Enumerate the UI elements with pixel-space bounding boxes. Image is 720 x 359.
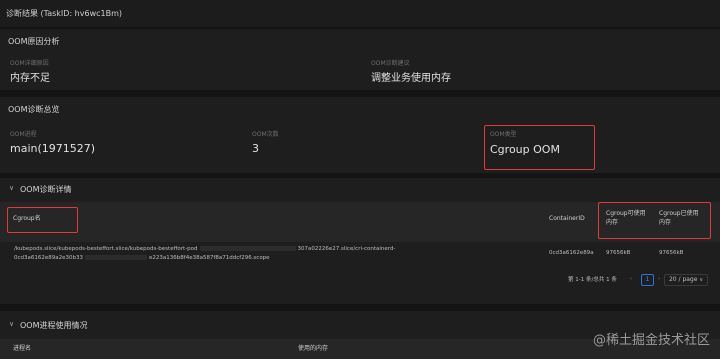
- oom-process-label: OOM进程: [10, 131, 37, 138]
- oom-detail-section-title[interactable]: OOM诊断详情: [20, 184, 72, 195]
- cell-container-id: 0cd3a6162e89a: [549, 250, 594, 256]
- cell-used: 97656kB: [659, 250, 684, 256]
- oom-count-value: 3: [252, 142, 259, 155]
- oom-process-section-title[interactable]: OOM进程使用情况: [20, 320, 88, 331]
- chevron-down-icon[interactable]: ∨: [9, 184, 14, 192]
- pagination-next-icon[interactable]: ›: [658, 275, 660, 284]
- oom-cause-section-title: OOM原因分析: [8, 37, 60, 46]
- col-cgroup-available: Cgroup可使用 内存: [606, 210, 646, 226]
- pagination-summary: 第 1-1 条/总共 1 条: [568, 277, 617, 283]
- page-title: 诊断结果 (TaskID: hv6wc1Bm): [6, 9, 123, 18]
- cell-available: 97656kB: [606, 250, 631, 256]
- col-memory-used: 使用的内存: [298, 345, 329, 352]
- pagination-page-1[interactable]: 1: [641, 274, 654, 286]
- pagination-prev-icon[interactable]: ‹: [630, 275, 632, 284]
- oom-type-label: OOM类型: [490, 131, 517, 138]
- col-cgroup-name: Cgroup名: [13, 215, 41, 222]
- chevron-down-icon[interactable]: ∨: [9, 320, 14, 328]
- oom-advice-label: OOM诊断建议: [371, 60, 410, 67]
- oom-cause-label: OOM详细原因: [10, 60, 49, 67]
- watermark: @稀土掘金技术社区: [592, 333, 710, 348]
- oom-advice-value: 调整业务使用内存: [371, 73, 451, 84]
- oom-cause-value: 内存不足: [10, 73, 50, 84]
- oom-count-label: OOM次数: [252, 131, 279, 138]
- col-container-id: ContainerID: [549, 215, 585, 222]
- oom-overview-panel: [0, 97, 720, 173]
- oom-cause-panel: [0, 29, 720, 90]
- col-cgroup-used: Cgroup已使用 内存: [659, 210, 699, 226]
- table-row: /kubepods.slice/kubepods-besteffort.slic…: [0, 242, 720, 264]
- cgroup-path-line1: /kubepods.slice/kubepods-besteffort.slic…: [14, 246, 396, 252]
- page-size-select[interactable]: 20 / page ∨: [664, 274, 708, 286]
- oom-overview-section-title: OOM诊断总览: [8, 105, 60, 114]
- chevron-down-icon: ∨: [699, 277, 704, 283]
- redacted-block: [85, 255, 148, 260]
- col-process-name: 进程名: [13, 345, 32, 352]
- oom-process-value: main(1971527): [10, 142, 96, 155]
- cgroup-path-line2: 0cd3a6162e89a2e30b33 e223a136b8f4e38a587f…: [14, 255, 270, 261]
- oom-type-value: Cgroup OOM: [490, 143, 560, 156]
- redacted-block: [199, 246, 296, 251]
